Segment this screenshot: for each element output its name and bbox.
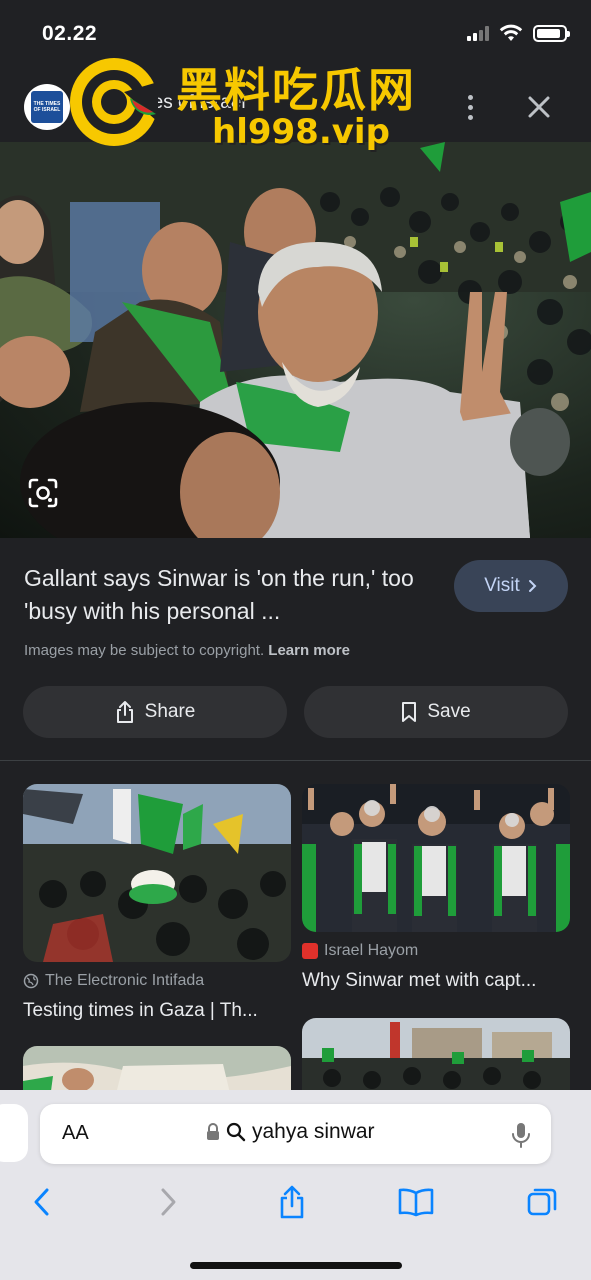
- related-image-1[interactable]: [23, 784, 291, 962]
- source-logo-text: THE TIMES OF ISRAEL: [31, 91, 63, 123]
- url-display[interactable]: yahya sinwar: [206, 1120, 375, 1144]
- related-image-1-illustration: [23, 784, 291, 962]
- page-settings-button[interactable]: AA: [62, 1122, 89, 1145]
- learn-more-link[interactable]: Learn more: [268, 642, 350, 659]
- share-button[interactable]: Share: [23, 686, 287, 738]
- related-source-2-name: Israel Hayom: [324, 942, 419, 959]
- section-divider: [0, 760, 591, 761]
- status-time: 02.22: [42, 22, 98, 45]
- related-source-1[interactable]: The Electronic Intifada: [23, 972, 204, 990]
- battery-icon: [533, 24, 570, 42]
- share-label: Share: [144, 701, 196, 722]
- copyright-text: Images may be subject to copyright.: [24, 642, 265, 659]
- result-title[interactable]: Gallant says Sinwar is 'on the run,' too…: [24, 562, 434, 628]
- address-bar[interactable]: AA yahya sinwar: [40, 1104, 551, 1164]
- battery-level: [537, 28, 561, 38]
- search-icon: [226, 1122, 246, 1142]
- related-title-2[interactable]: Why Sinwar met with capt...: [302, 970, 536, 992]
- more-vert-icon[interactable]: [458, 92, 482, 122]
- status-icons: [467, 24, 570, 42]
- main-image-illustration: [0, 142, 591, 538]
- forward-icon[interactable]: [148, 1184, 188, 1220]
- share-icon[interactable]: [272, 1184, 312, 1220]
- lock-icon: [207, 1123, 219, 1140]
- watermark-emblem: [70, 58, 158, 146]
- save-label: Save: [427, 701, 471, 722]
- copyright-notice: Images may be subject to copyright. Lear…: [24, 642, 350, 659]
- back-icon[interactable]: [22, 1184, 62, 1220]
- watermark-title: 黑料吃瓜网: [176, 63, 416, 117]
- related-image-2[interactable]: [302, 784, 570, 932]
- save-button[interactable]: Save: [304, 686, 568, 738]
- bookmark-icon: [402, 702, 417, 722]
- tabs-icon[interactable]: [522, 1184, 562, 1220]
- main-image[interactable]: [0, 142, 591, 538]
- visit-button[interactable]: Visit: [454, 560, 568, 612]
- related-source-1-name: The Electronic Intifada: [45, 972, 205, 989]
- previous-tab-preview[interactable]: [0, 1104, 28, 1162]
- globe-icon: [23, 973, 39, 989]
- close-icon[interactable]: [522, 90, 556, 124]
- home-indicator: [190, 1262, 402, 1269]
- share-icon: [116, 701, 133, 723]
- cellular-signal-icon: [467, 25, 489, 41]
- watermark-url: hl998.vip: [212, 112, 390, 152]
- lens-icon[interactable]: [26, 476, 60, 510]
- related-title-1[interactable]: Testing times in Gaza | Th...: [23, 1000, 258, 1022]
- source-logo[interactable]: THE TIMES OF ISRAEL: [24, 84, 70, 130]
- visit-label: Visit: [484, 575, 520, 596]
- related-image-2-illustration: [302, 784, 570, 932]
- israel-hayom-logo-icon: [302, 943, 318, 959]
- microphone-icon[interactable]: [510, 1120, 532, 1150]
- url-text: yahya sinwar: [252, 1120, 375, 1143]
- bookmarks-icon[interactable]: [396, 1184, 436, 1220]
- watermark-logo: 黑料吃瓜网 hl998.vip: [66, 52, 446, 156]
- wifi-icon: [499, 24, 523, 41]
- related-source-2[interactable]: Israel Hayom: [302, 942, 418, 960]
- chevron-right-icon: [528, 580, 537, 592]
